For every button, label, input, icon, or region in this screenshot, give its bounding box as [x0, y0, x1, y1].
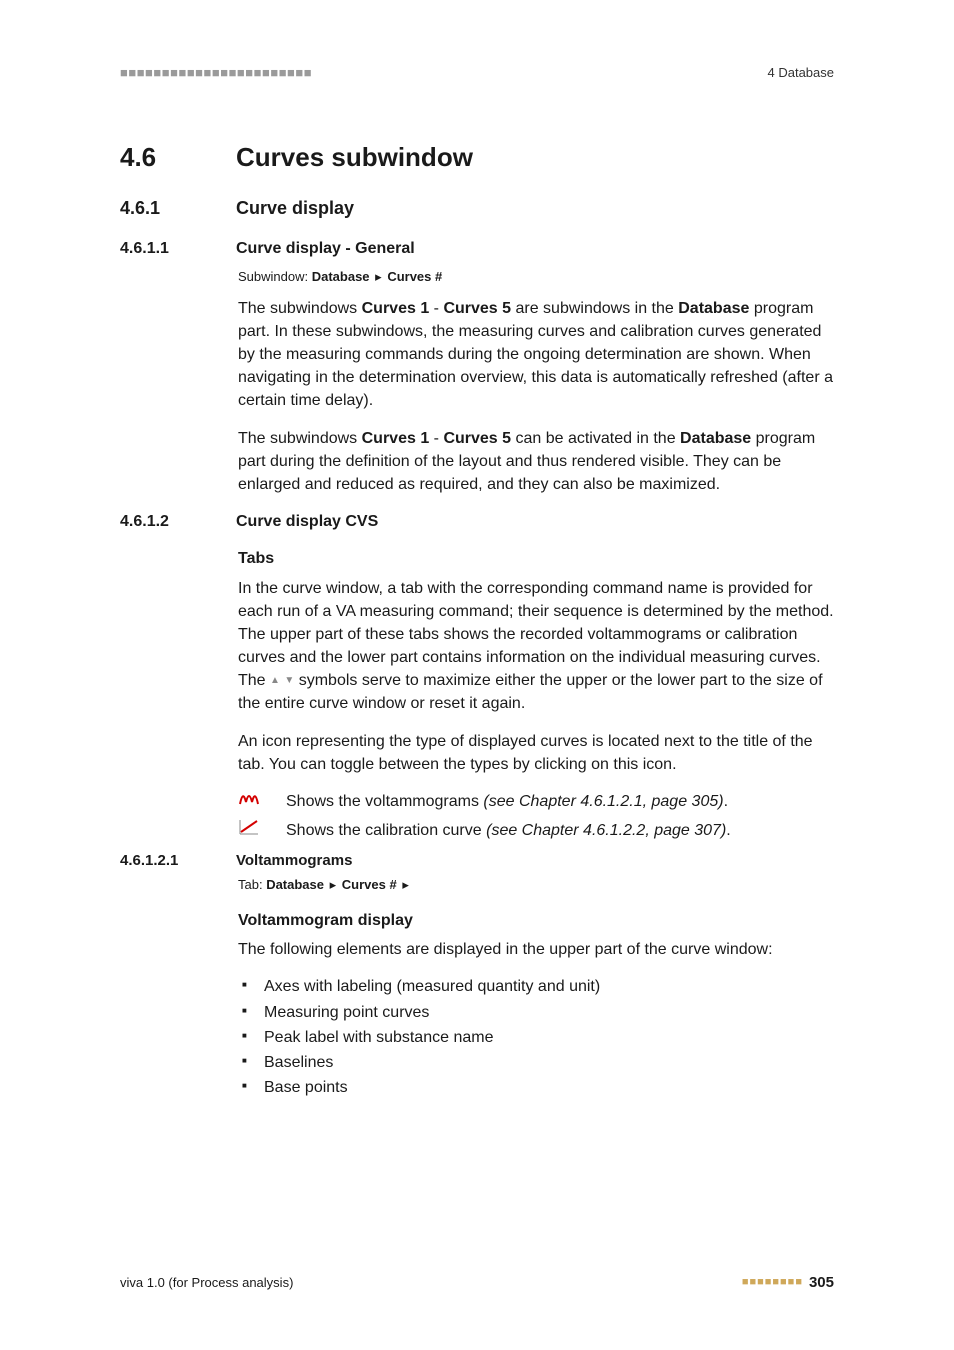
voltammogram-icon-row: Shows the voltammograms (see Chapter 4.6…: [238, 790, 834, 813]
cross-reference: (see Chapter 4.6.1.2.2, page 307): [486, 822, 726, 839]
text: The subwindows: [238, 430, 362, 447]
list-item: Base points: [238, 1076, 834, 1099]
tab-database: Database: [266, 877, 324, 892]
paragraph: In the curve window, a tab with the corr…: [238, 577, 834, 716]
curves-5-label: Curves 5: [443, 300, 511, 317]
page-number: 305: [809, 1272, 834, 1294]
voltammogram-elements-list: Axes with labeling (measured quantity an…: [238, 975, 834, 1099]
paragraph: The subwindows Curves 1 - Curves 5 can b…: [238, 427, 834, 497]
list-item: Peak label with substance name: [238, 1026, 834, 1049]
breadcrumb-arrow-icon: ▸: [375, 268, 382, 287]
list-item: Axes with labeling (measured quantity an…: [238, 975, 834, 998]
text: The subwindows: [238, 300, 362, 317]
paragraph: The following elements are displayed in …: [238, 938, 834, 961]
text: are subwindows in the: [511, 300, 678, 317]
heading-4-6: 4.6 Curves subwindow: [120, 139, 834, 177]
heading-number: 4.6.1.1: [120, 237, 200, 260]
text: can be activated in the: [511, 430, 680, 447]
heading-number: 4.6.1: [120, 195, 200, 221]
heading-title: Curves subwindow: [236, 139, 473, 177]
calibration-description: Shows the calibration curve (see Chapter…: [286, 819, 834, 842]
list-item: Baselines: [238, 1051, 834, 1074]
tabs-subheading: Tabs: [238, 547, 834, 570]
text: Shows the voltammograms: [286, 793, 483, 810]
page: ■■■■■■■■■■■■■■■■■■■■■■■ 4 Database 4.6 C…: [0, 0, 954, 1350]
expand-up-icon: ▲: [270, 674, 280, 689]
heading-number: 4.6.1.2: [120, 510, 200, 533]
heading-title: Curve display CVS: [236, 510, 378, 533]
header-chapter-label: 4 Database: [768, 64, 835, 83]
footer-right: ■■■■■■■■ 305: [742, 1272, 834, 1294]
paragraph: An icon representing the type of display…: [238, 730, 834, 776]
heading-number: 4.6.1.2.1: [120, 850, 200, 872]
cross-reference: (see Chapter 4.6.1.2.1, page 305): [483, 793, 723, 810]
subwindow-prefix: Subwindow:: [238, 269, 312, 284]
paragraph: The subwindows Curves 1 - Curves 5 are s…: [238, 297, 834, 413]
heading-4-6-1: 4.6.1 Curve display: [120, 195, 834, 221]
text: Shows the calibration curve: [286, 822, 486, 839]
text: -: [429, 300, 443, 317]
subwindow-database: Database: [312, 269, 370, 284]
text: .: [726, 822, 730, 839]
tab-path: Tab: Database ▸ Curves # ▸: [238, 876, 834, 895]
calibration-curve-icon: [238, 819, 260, 835]
heading-title: Curve display: [236, 195, 354, 221]
text: symbols serve to maximize either the upp…: [238, 672, 823, 712]
footer-decorative-bars: ■■■■■■■■: [742, 1275, 803, 1291]
header-decorative-bars: ■■■■■■■■■■■■■■■■■■■■■■■: [120, 64, 312, 83]
subwindow-curves: Curves #: [387, 269, 442, 284]
heading-title: Curve display - General: [236, 237, 415, 260]
heading-4-6-1-1: 4.6.1.1 Curve display - General: [120, 237, 834, 260]
heading-4-6-1-2-1: 4.6.1.2.1 Voltammograms: [120, 850, 834, 872]
expand-down-icon: ▼: [284, 674, 294, 689]
voltammogram-icon: [238, 790, 260, 806]
footer-doc-title: viva 1.0 (for Process analysis): [120, 1274, 293, 1293]
breadcrumb-arrow-icon: ▸: [402, 876, 409, 895]
page-footer: viva 1.0 (for Process analysis) ■■■■■■■■…: [120, 1272, 834, 1294]
tab-curves: Curves #: [342, 877, 397, 892]
heading-4-6-1-2: 4.6.1.2 Curve display CVS: [120, 510, 834, 533]
curves-5-label: Curves 5: [443, 430, 511, 447]
breadcrumb-arrow-icon: ▸: [330, 876, 337, 895]
section-4-6-1-1-body: Subwindow: Database ▸ Curves # The subwi…: [238, 268, 834, 496]
subwindow-path: Subwindow: Database ▸ Curves #: [238, 268, 834, 287]
curves-1-label: Curves 1: [362, 430, 430, 447]
section-4-6-1-2-body: Tabs In the curve window, a tab with the…: [238, 547, 834, 842]
voltammogram-display-subheading: Voltammogram display: [238, 909, 834, 932]
tab-prefix: Tab:: [238, 877, 266, 892]
section-4-6-1-2-1-body: Tab: Database ▸ Curves # ▸ Voltammogram …: [238, 876, 834, 1099]
curves-1-label: Curves 1: [362, 300, 430, 317]
heading-title: Voltammograms: [236, 850, 352, 872]
text: -: [429, 430, 443, 447]
page-header: ■■■■■■■■■■■■■■■■■■■■■■■ 4 Database: [120, 64, 834, 83]
heading-number: 4.6: [120, 139, 200, 177]
database-label: Database: [678, 300, 749, 317]
calibration-icon-row: Shows the calibration curve (see Chapter…: [238, 819, 834, 842]
text: .: [724, 793, 728, 810]
database-label: Database: [680, 430, 751, 447]
voltammogram-description: Shows the voltammograms (see Chapter 4.6…: [286, 790, 834, 813]
list-item: Measuring point curves: [238, 1001, 834, 1024]
